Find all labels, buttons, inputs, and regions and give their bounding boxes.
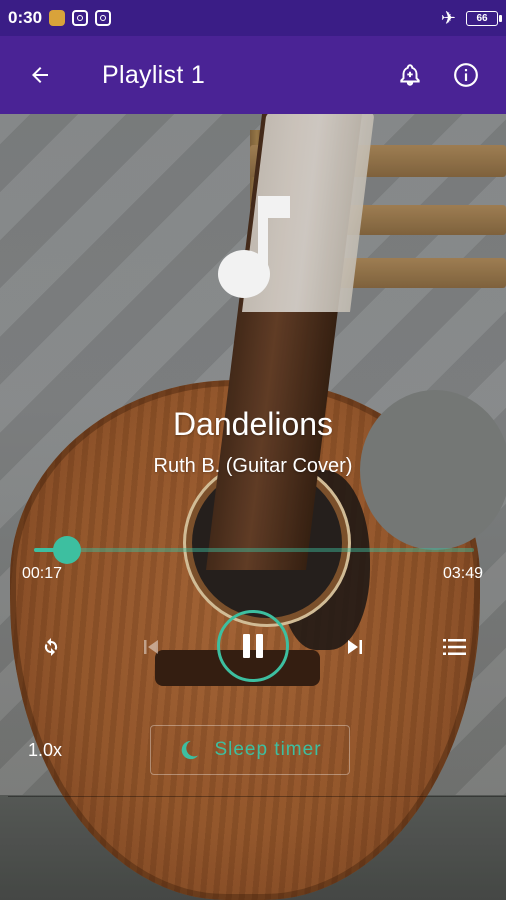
seek-bar[interactable] (34, 536, 474, 564)
app-bar: Playlist 1 (0, 36, 506, 114)
total-time: 03:49 (442, 565, 483, 582)
track-title: Dandelions (172, 406, 334, 442)
playback-speed[interactable]: 1.0x (28, 740, 62, 761)
skip-next-icon (348, 640, 362, 654)
pause-icon (256, 634, 263, 658)
page-title: Playlist 1 (102, 60, 206, 89)
back-button[interactable] (12, 47, 68, 103)
info-button[interactable] (438, 47, 494, 103)
next-button[interactable] (334, 626, 376, 668)
play-pause-button[interactable] (217, 610, 289, 682)
skip-previous-icon (144, 640, 158, 654)
previous-button[interactable] (130, 626, 172, 668)
queue-button[interactable] (434, 626, 476, 668)
info-icon (454, 63, 478, 87)
sleep-timer-label: Sleep timer (214, 739, 322, 760)
music-note-icon (218, 196, 290, 298)
playlist-icon (443, 639, 466, 655)
alarm-add-icon (400, 64, 420, 86)
seek-thumb[interactable] (52, 536, 81, 564)
divider (8, 796, 506, 797)
notification-app-icon (49, 10, 66, 26)
track-artist: Ruth B. (Guitar Cover) (153, 455, 353, 477)
alarm-button[interactable] (382, 47, 438, 103)
instagram-icon (95, 10, 112, 26)
arrow-back-icon (32, 67, 48, 83)
sleep-timer-button[interactable]: Sleep timer (150, 725, 350, 775)
repeat-button[interactable] (30, 626, 72, 668)
moon-icon (182, 740, 199, 760)
status-time: 0:30 (8, 8, 43, 27)
battery-icon: 66 (466, 10, 502, 26)
airplane-icon: ✈ (440, 7, 456, 28)
current-time: 00:17 (22, 565, 63, 582)
instagram-icon (72, 10, 89, 26)
repeat-icon (44, 638, 58, 656)
status-bar: 0:30 ✈ 66 (0, 0, 506, 36)
pause-icon (243, 634, 250, 658)
